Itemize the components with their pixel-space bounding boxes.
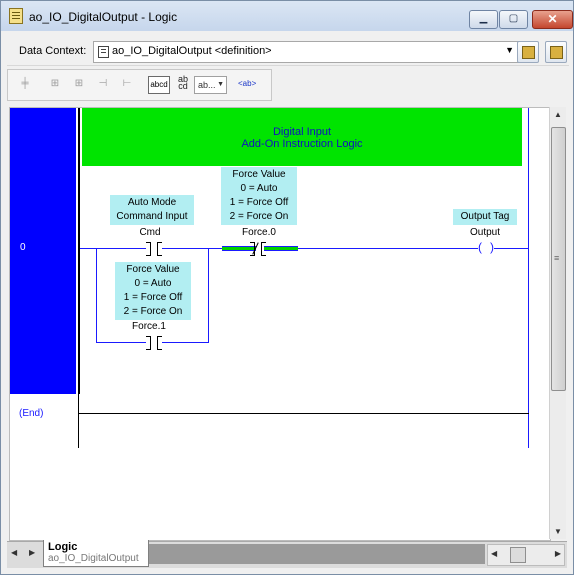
end-rung-label: (End): [19, 408, 44, 419]
operand-force0[interactable]: Force.0: [232, 227, 286, 238]
scroll-grip-icon: ≡: [554, 253, 560, 263]
wire-segment: [494, 248, 528, 249]
scroll-up-icon[interactable]: ▲: [554, 110, 562, 119]
wire-segment: [162, 248, 222, 249]
wire-segment: [298, 248, 478, 249]
rung-comment-line2: Add-On Instruction Logic: [241, 138, 363, 150]
close-icon: ✕: [547, 12, 558, 26]
coil-tool[interactable]: ⊢: [118, 76, 136, 92]
definition-icon: [550, 46, 563, 59]
branch-left: [96, 248, 97, 343]
rung-number: 0: [20, 242, 26, 253]
ladder-editor[interactable]: 0 (End) Digital Input Add-On Instruction…: [9, 107, 551, 541]
close-button[interactable]: ✕: [532, 10, 573, 29]
view-abcd-toggle[interactable]: abcd: [148, 76, 170, 94]
window-title: ao_IO_DigitalOutput - Logic: [29, 10, 178, 24]
left-rail-rung0: [78, 108, 80, 394]
contact-tool[interactable]: ⊣: [94, 76, 112, 92]
scroll-left-icon[interactable]: ◀: [11, 548, 17, 557]
vertical-scrollbar[interactable]: ▲ ≡ ▼: [549, 107, 566, 539]
minimize-icon: ▁: [479, 13, 488, 24]
xic-contact-cmd[interactable]: [146, 242, 162, 256]
tag-desc-line: Output Tag: [460, 211, 510, 222]
dropdown-arrow-icon[interactable]: ▼: [505, 45, 514, 55]
view-ab-cd-toggle[interactable]: ab cd: [174, 75, 192, 92]
scroll-down-icon[interactable]: ▼: [554, 527, 562, 536]
data-context-icon: [98, 46, 109, 58]
tab-logic[interactable]: Logic ao_IO_DigitalOutput: [43, 540, 149, 567]
data-context-select[interactable]: ao_IO_DigitalOutput <definition> ▼: [93, 41, 519, 63]
horizontal-scrollbar[interactable]: ◀ ▶: [487, 544, 565, 566]
data-context-label: Data Context:: [19, 45, 87, 57]
logic-editor-window: ao_IO_DigitalOutput - Logic ▁ ▢ ✕ Data C…: [0, 0, 574, 575]
minimize-button[interactable]: ▁: [469, 10, 498, 29]
rung-comment-line1: Digital Input: [272, 126, 332, 138]
rung-tool[interactable]: ╪: [16, 76, 34, 92]
tag-description-output: Output Tag: [453, 209, 517, 225]
tag-desc-line: 1 = Force Off: [123, 292, 183, 303]
tag-desc-line: 2 = Force On: [123, 306, 183, 317]
tag-desc-line: Force Value: [126, 264, 180, 275]
branch-wire: [96, 342, 146, 343]
instance-icon: [522, 46, 535, 59]
tag-description-force1: Force Value 0 = Auto 1 = Force Off 2 = F…: [115, 262, 191, 320]
hscroll-left-icon[interactable]: ◀: [491, 549, 497, 558]
tag-description-force0: Force Value 0 = Auto 1 = Force Off 2 = F…: [221, 167, 297, 225]
branch-tool[interactable]: ⊞: [46, 76, 64, 92]
end-rung-line: [79, 413, 529, 414]
operand-force1[interactable]: Force.1: [124, 321, 174, 332]
tag-desc-line: Force Value: [232, 169, 286, 180]
branch-level-tool[interactable]: ⊞: [70, 76, 88, 92]
tag-desc-line: 2 = Force On: [229, 211, 289, 222]
definition-button[interactable]: [545, 41, 567, 63]
bottom-tab-bar: ◀ ▶ Logic ao_IO_DigitalOutput ◀ ▶: [7, 540, 567, 568]
view-ab-dropdown[interactable]: ab...: [194, 76, 227, 94]
maximize-button[interactable]: ▢: [499, 10, 528, 29]
title-bar[interactable]: ao_IO_DigitalOutput - Logic ▁ ▢ ✕: [1, 1, 573, 31]
maximize-icon: ▢: [508, 13, 519, 24]
tab-subtitle: ao_IO_DigitalOutput: [48, 553, 139, 564]
tag-description-cmd: Auto Mode Command Input: [110, 195, 194, 225]
normally-closed-slash: [252, 242, 259, 255]
horizontal-scroll-thumb[interactable]: [510, 547, 526, 563]
wire-segment: [80, 248, 146, 249]
data-context-bar: Data Context: ao_IO_DigitalOutput <defin…: [7, 37, 569, 66]
scroll-right-icon[interactable]: ▶: [29, 548, 35, 557]
tag-desc-line: 0 = Auto: [134, 278, 172, 289]
view-ab-tag-toggle[interactable]: <ab>: [238, 76, 256, 92]
energized-wire: [264, 246, 298, 251]
xio-contact-force0[interactable]: [250, 242, 266, 256]
operand-cmd[interactable]: Cmd: [130, 227, 170, 238]
branch-wire: [162, 342, 209, 343]
tag-desc-line: 1 = Force Off: [229, 197, 289, 208]
rung-comment[interactable]: Digital Input Add-On Instruction Logic: [82, 108, 522, 166]
tag-desc-line: Command Input: [116, 211, 188, 222]
data-context-value: ao_IO_DigitalOutput <definition>: [112, 45, 272, 57]
logic-routine-icon: [9, 8, 23, 24]
hscroll-right-icon[interactable]: ▶: [555, 549, 561, 558]
ladder-toolbar: ╪ ⊞ ⊞ ⊣ ⊢ abcd ab cd ab... <ab>: [7, 69, 272, 101]
right-power-rail: [528, 108, 529, 448]
tag-desc-line: 0 = Auto: [240, 183, 278, 194]
ote-coil-output[interactable]: [478, 240, 494, 255]
tab-area-filler: [149, 544, 485, 564]
tab-title: Logic: [48, 541, 78, 553]
xic-contact-force1[interactable]: [146, 336, 162, 350]
tag-desc-line: Auto Mode: [127, 197, 177, 208]
operand-output[interactable]: Output: [460, 227, 510, 238]
branch-right: [208, 248, 209, 343]
instance-button[interactable]: [517, 41, 539, 63]
